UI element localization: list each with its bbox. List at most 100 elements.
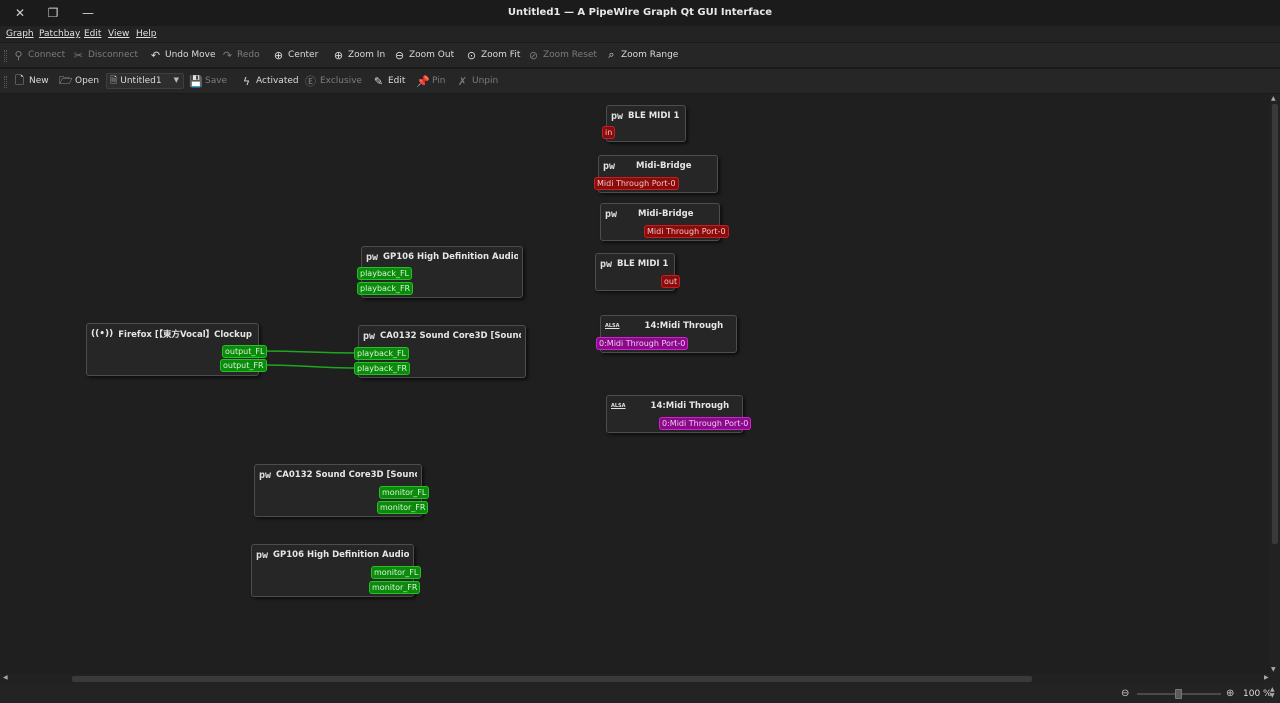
patchbay-select[interactable]: 🗎 Untitled1 ▼	[106, 73, 184, 89]
scroll-down-icon[interactable]: ▼	[1271, 666, 1276, 673]
node-title: GP106 High Definition Audio C...	[273, 550, 409, 560]
zoom-fit-button[interactable]: ⊙ Zoom Fit	[465, 43, 520, 67]
port-0-midi-through-port-0[interactable]: 0:Midi Through Port-0	[596, 337, 689, 350]
zoom-spinner-icon[interactable]: ▲ ▼	[1270, 687, 1275, 699]
lightning-icon: ϟ	[242, 74, 251, 88]
zoom-out-icon[interactable]: ⊖	[1121, 688, 1129, 699]
pipewire-logo-icon: pw	[611, 110, 624, 122]
zoom-slider-handle[interactable]	[1175, 689, 1182, 699]
graph-canvas[interactable]: pw BLE MIDI 1 in pw Midi-Bridge Midi Throu…	[0, 94, 1270, 674]
horizontal-scrollbar[interactable]: ◀ ▶	[0, 674, 1280, 684]
toolbar-grip[interactable]	[4, 76, 7, 88]
node-firefox[interactable]: ((•)) Firefox [【東方Vocal】Clockup Flo... ou…	[86, 323, 268, 376]
port-monitor-fl[interactable]: monitor_FL	[379, 486, 430, 499]
redo-icon: ↷	[222, 48, 233, 62]
menu-graph[interactable]: Graph	[6, 29, 34, 39]
node-title: Midi-Bridge	[636, 161, 692, 171]
menu-edit[interactable]: Edit	[84, 29, 101, 39]
zoom-value[interactable]: 100 %	[1243, 689, 1272, 699]
exclusive-button[interactable]: Ⓔ Exclusive	[304, 69, 362, 93]
vertical-scrollbar[interactable]: ▲ ▼	[1270, 94, 1280, 674]
node-alsa-midi-through-input[interactable]: ALSA 14:Midi Through 0:Midi Through Port-…	[596, 315, 737, 353]
zoom-fit-icon: ⊙	[466, 48, 477, 62]
center-icon: ⊕	[273, 48, 284, 62]
node-ble-midi-in[interactable]: pw BLE MIDI 1 in	[602, 105, 686, 142]
horizontal-scroll-thumb[interactable]	[72, 676, 1032, 682]
port-in[interactable]: in	[602, 126, 616, 139]
zoom-out-button[interactable]: ⊖ Zoom Out	[393, 43, 454, 67]
port-out[interactable]: out	[661, 275, 681, 288]
port-playback-fr[interactable]: playback_FR	[357, 282, 414, 295]
pin-button[interactable]: 📌 Pin	[416, 69, 445, 93]
port-midi-through-port-0[interactable]: Midi Through Port-0	[644, 225, 729, 238]
port-0-midi-through-port-0[interactable]: 0:Midi Through Port-0	[659, 417, 752, 430]
zoom-reset-button[interactable]: ⊘ Zoom Reset	[527, 43, 597, 67]
disconnect-icon: ✂	[73, 48, 84, 62]
node-midi-bridge-output[interactable]: pw Midi-Bridge Midi Through Port-0	[600, 203, 729, 241]
edit-button[interactable]: ✎ Edit	[372, 69, 406, 93]
menu-bar: Graph Patchbay Edit View Help	[0, 26, 1280, 42]
port-monitor-fr[interactable]: monitor_FR	[369, 581, 421, 594]
port-monitor-fr[interactable]: monitor_FR	[377, 501, 429, 514]
node-gp106-playback[interactable]: pw GP106 High Definition Audio C... playb…	[357, 246, 523, 298]
pencil-icon: ✎	[373, 74, 384, 88]
node-title: 14:Midi Through	[650, 401, 730, 411]
unpin-button[interactable]: ✗ Unpin	[456, 69, 498, 93]
node-title: Midi-Bridge	[638, 209, 694, 219]
window-title: Untitled1 — A PipeWire Graph Qt GUI Inte…	[507, 7, 773, 18]
port-playback-fl[interactable]: playback_FL	[354, 347, 410, 360]
node-ca0132-monitor[interactable]: pw CA0132 Sound Core3D [Sound Bl... monit…	[254, 464, 430, 517]
chevron-down-icon: ▼	[173, 76, 179, 84]
new-file-icon: 🗋	[15, 73, 24, 87]
status-bar: ⊖ ⊕ 100 % ▲ ▼	[0, 684, 1280, 703]
pipewire-logo-icon: pw	[366, 251, 379, 263]
node-title: 14:Midi Through	[644, 321, 724, 331]
node-title: CA0132 Sound Core3D [Sound Bl...	[276, 470, 417, 480]
patchbay-toolbar: 🗋 New 🗁 Open 🗎 Untitled1 ▼ 💾 Save ϟ Activate…	[0, 68, 1280, 94]
redo-button[interactable]: ↷ Redo	[221, 43, 260, 67]
center-button[interactable]: ⊕ Center	[272, 43, 318, 67]
toolbar-grip[interactable]	[4, 50, 7, 62]
scroll-right-icon[interactable]: ▶	[1264, 674, 1269, 681]
node-ca0132-playback[interactable]: pw CA0132 Sound Core3D [Sound Bl... playb…	[354, 325, 526, 378]
link-output-fr-playback-fr[interactable]	[262, 364, 357, 369]
port-monitor-fl[interactable]: monitor_FL	[371, 566, 422, 579]
pin-icon: 📌	[416, 74, 430, 88]
port-playback-fr[interactable]: playback_FR	[354, 362, 411, 375]
port-output-fr[interactable]: output_FR	[220, 359, 267, 372]
scroll-up-icon[interactable]: ▲	[1271, 95, 1276, 102]
node-alsa-midi-through-output[interactable]: ALSA 14:Midi Through 0:Midi Through Port-…	[606, 395, 752, 433]
node-midi-bridge-input[interactable]: pw Midi-Bridge Midi Through Port-0	[594, 155, 718, 193]
link-output-fl-playback-fl[interactable]	[262, 350, 357, 354]
zoom-in-icon[interactable]: ⊕	[1226, 688, 1234, 699]
node-ble-midi-out[interactable]: pw BLE MIDI 1 out	[595, 253, 681, 291]
exclusive-icon: Ⓔ	[305, 75, 316, 88]
connect-button[interactable]: ⚲ Connect	[12, 43, 65, 67]
pipewire-logo-icon: pw	[605, 208, 618, 220]
undo-move-button[interactable]: ↶ Undo Move	[149, 43, 216, 67]
new-button[interactable]: 🗋 New	[13, 69, 49, 93]
node-title: BLE MIDI 1	[628, 111, 680, 121]
zoom-reset-icon: ⊘	[528, 48, 539, 62]
save-button[interactable]: 💾 Save	[189, 69, 227, 93]
port-playback-fl[interactable]: playback_FL	[357, 267, 413, 280]
zoom-in-button[interactable]: ⊕ Zoom In	[332, 43, 385, 67]
disconnect-button[interactable]: ✂ Disconnect	[72, 43, 138, 67]
unpin-icon: ✗	[457, 74, 468, 88]
activated-button[interactable]: ϟ Activated	[240, 69, 299, 93]
pipewire-logo-icon: pw	[603, 160, 616, 172]
folder-open-icon: 🗁	[59, 73, 73, 87]
open-button[interactable]: 🗁 Open	[59, 69, 99, 93]
menu-help[interactable]: Help	[136, 29, 157, 39]
pipewire-logo-icon: pw	[363, 330, 376, 342]
undo-icon: ↶	[150, 48, 161, 62]
vertical-scroll-thumb[interactable]	[1272, 104, 1278, 544]
node-gp106-monitor[interactable]: pw GP106 High Definition Audio C... monit…	[251, 544, 422, 597]
port-output-fl[interactable]: output_FL	[222, 345, 268, 358]
scroll-left-icon[interactable]: ◀	[3, 674, 8, 681]
menu-patchbay[interactable]: Patchbay	[39, 29, 80, 39]
zoom-range-button[interactable]: ⌕ Zoom Range	[605, 43, 678, 67]
alsa-logo-icon: ALSA	[611, 403, 626, 409]
menu-view[interactable]: View	[108, 29, 129, 39]
port-midi-through-port-0[interactable]: Midi Through Port-0	[594, 177, 679, 190]
